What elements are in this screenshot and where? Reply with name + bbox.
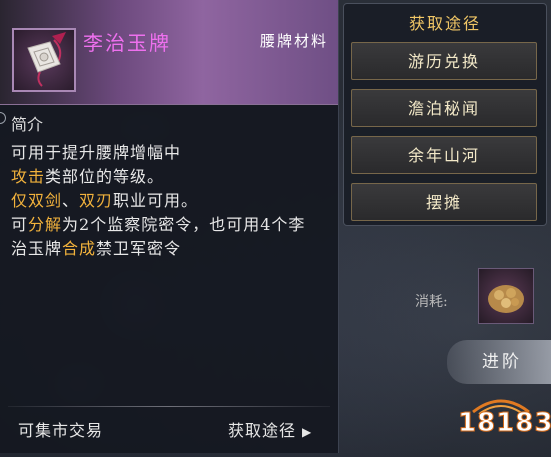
item-type: 腰牌材料 <box>259 32 328 50</box>
desc-text: 治玉牌 <box>11 239 63 258</box>
desc-highlight: 攻击 <box>11 167 46 186</box>
item-description: 可用于提升腰牌增幅中 攻击类部位的等级。 仅双剑、双刃职业可用。 可分解为2个监… <box>11 141 331 261</box>
obtain-sources-link[interactable]: 获取途径 ▶ <box>228 417 312 441</box>
tradable-label: 可集市交易 <box>18 421 104 440</box>
desc-line: 可分解为2个监察院密令，也可用4个李 <box>11 213 331 237</box>
consume-item-slot[interactable] <box>478 268 534 324</box>
divider <box>8 406 330 407</box>
desc-text: 可用于提升腰牌增幅中 <box>11 143 182 162</box>
desc-text: 为2个监察院密令，也可用4个李 <box>62 215 306 234</box>
desc-text: 职业可用。 <box>113 191 199 210</box>
source-button[interactable]: 游历兑换 <box>351 42 537 80</box>
item-header: 李治玉牌 腰牌材料 <box>0 0 338 105</box>
desc-highlight: 分解 <box>28 215 63 234</box>
source-button[interactable]: 澹泊秘闻 <box>351 89 537 127</box>
game-screen: 李治玉牌 腰牌材料 简介 可用于提升腰牌增幅中 攻击类部位的等级。 仅双剑、双刃… <box>0 0 551 457</box>
item-tooltip-panel: 李治玉牌 腰牌材料 简介 可用于提升腰牌增幅中 攻击类部位的等级。 仅双剑、双刃… <box>0 0 339 453</box>
desc-highlight: 仅双剑 <box>11 191 63 210</box>
desc-text: 、 <box>62 191 80 210</box>
consume-label: 消耗: <box>415 294 448 310</box>
site-logo-text: 18183 <box>457 408 551 439</box>
jade-token-graphic <box>27 32 66 87</box>
advance-button[interactable]: 进阶 <box>447 340 551 384</box>
desc-highlight: 双刃 <box>79 191 114 210</box>
source-button[interactable]: 摆摊 <box>351 183 537 221</box>
desc-line: 攻击类部位的等级。 <box>11 165 331 189</box>
desc-text: 可 <box>11 215 29 234</box>
obtain-link-label: 获取途径 <box>228 421 297 440</box>
desc-text: 禁卫军密令 <box>96 239 182 258</box>
obtain-panel-title: 获取途径 <box>408 14 481 33</box>
desc-line: 仅双剑、双刃职业可用。 <box>11 189 331 213</box>
source-button[interactable]: 余年山河 <box>351 136 537 174</box>
obtain-sources-panel: 获取途径 游历兑换 澹泊秘闻 余年山河 摆摊 <box>343 3 547 226</box>
item-name: 李治玉牌 <box>83 31 171 55</box>
section-marker-icon <box>0 112 6 124</box>
desc-highlight: 合成 <box>62 239 97 258</box>
jade-token-icon <box>12 28 76 92</box>
desc-text: 类部位的等级。 <box>45 167 165 186</box>
desc-line: 治玉牌合成禁卫军密令 <box>11 237 331 261</box>
description-title: 简介 <box>11 115 44 134</box>
material-icon <box>488 285 524 313</box>
chevron-right-icon: ▶ <box>302 425 313 439</box>
desc-line: 可用于提升腰牌增幅中 <box>11 141 331 165</box>
